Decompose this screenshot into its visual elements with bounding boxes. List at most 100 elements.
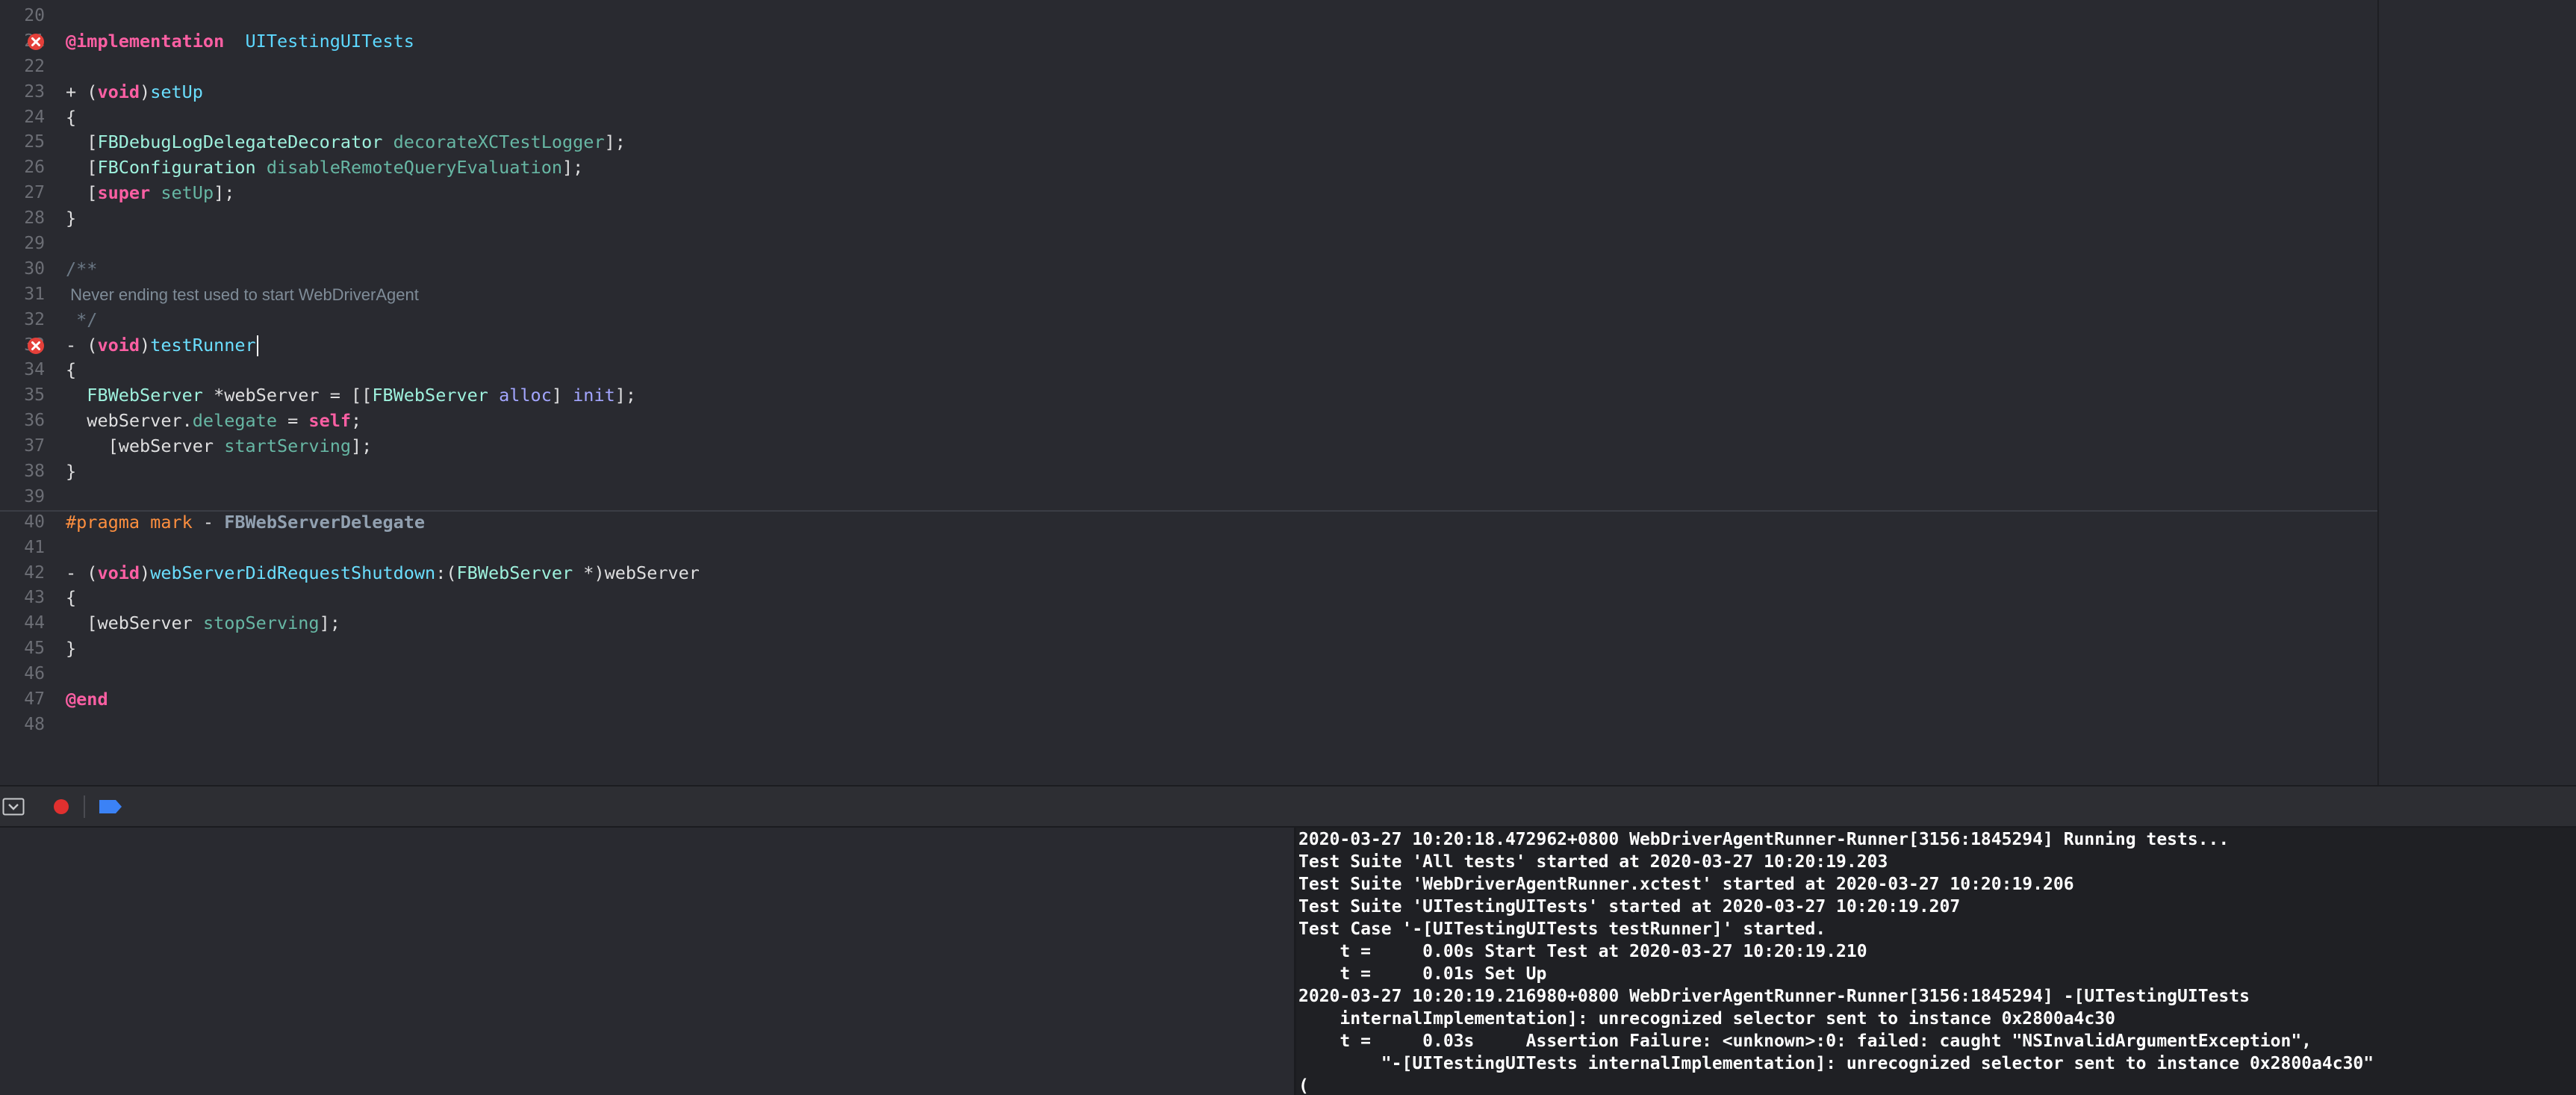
line-number[interactable]: 37 [0,434,60,459]
line-number-label: 31 [24,284,45,304]
code-line[interactable]: [FBDebugLogDelegateDecorator decorateXCT… [66,130,2379,155]
code-line[interactable]: + (void)setUp [66,80,2379,105]
line-number[interactable]: 29 [0,232,60,257]
code-line[interactable]: #pragma mark - FBWebServerDelegate [0,509,2576,536]
code-line[interactable] [66,232,2379,257]
code-token: [ [66,157,98,179]
code-line[interactable]: [webServer startServing]; [66,434,2379,459]
code-line[interactable]: [super setUp]; [66,181,2379,206]
line-number[interactable]: 39 [0,485,60,510]
code-line[interactable] [66,55,2379,80]
code-line[interactable]: { [66,358,2379,383]
error-icon[interactable] [27,33,45,51]
code-token: ) [140,562,151,583]
code-line[interactable]: - (void)webServerDidRequestShutdown:(FBW… [66,561,2379,586]
code-line[interactable]: } [66,459,2379,485]
record-breakpoint-icon [54,799,69,814]
line-number[interactable]: 41 [0,536,60,561]
line-number[interactable]: 45 [0,636,60,662]
code-line[interactable] [66,536,2379,561]
line-number[interactable]: 27 [0,181,60,206]
line-number-gutter[interactable]: 20 2122 23 24 25 26 27 28 29 30 31 32 3334 35 36 37 38 39… [0,4,60,738]
code-token: */ [66,308,98,330]
console-line: Test Suite 'WebDriverAgentRunner.xctest'… [1298,875,2074,894]
line-number[interactable]: 24 [0,105,60,131]
code-line[interactable]: @implementation UITestingUITests [66,29,2379,55]
code-token: FBDebugLogDelegateDecorator [97,131,383,153]
code-token: + ( [66,81,98,102]
line-number[interactable]: 42 [0,561,60,586]
code-token: testRunner [150,334,256,356]
code-token: delegate [192,410,277,432]
line-number[interactable]: 38 [0,459,60,485]
line-number[interactable]: 22 [0,55,60,80]
line-number[interactable]: 46 [0,662,60,687]
console-view[interactable]: 2020-03-27 10:20:18.472962+0800 WebDrive… [1296,828,2576,1095]
code-line[interactable]: } [66,206,2379,232]
code-line[interactable]: webServer.delegate = self; [66,409,2379,434]
line-number[interactable]: 31 [0,282,60,308]
code-token: UITestingUITests [245,30,414,52]
code-line[interactable]: */ [66,308,2379,333]
code-line[interactable] [66,662,2379,687]
code-token: [ [66,131,98,153]
line-number[interactable]: 40 [0,510,60,536]
hide-debug-area-button[interactable] [1,795,25,818]
code-line[interactable] [66,713,2379,738]
code-line[interactable]: } [66,636,2379,662]
line-number-label: 47 [24,689,45,710]
code-line[interactable]: { [66,105,2379,131]
line-number[interactable]: 35 [0,383,60,409]
code-area[interactable]: @implementation UITestingUITests + (void)… [0,4,2576,738]
console-line: Test Suite 'All tests' started at 2020-0… [1298,852,1888,872]
line-number[interactable]: 47 [0,687,60,713]
code-token: ) [140,334,151,356]
line-number[interactable]: 44 [0,611,60,636]
code-line[interactable]: [FBConfiguration disableRemoteQueryEvalu… [66,155,2379,181]
code-line[interactable]: /** [66,257,2379,282]
line-number-label: 25 [24,132,45,152]
line-number[interactable]: 21 [0,29,60,55]
breakpoints-toggle-button[interactable] [96,795,125,818]
code-token: *webServer = [[ [202,385,373,406]
code-token: setUp [161,182,214,204]
line-number[interactable]: 36 [0,409,60,434]
code-line[interactable]: @end [66,687,2379,713]
line-number[interactable]: 34 [0,358,60,383]
code-line-current[interactable]: - (void)testRunner [0,332,2576,359]
code-token: stopServing [202,612,320,634]
code-token: } [66,461,77,483]
code-line[interactable]: Never ending test used to start WebDrive… [66,282,2379,308]
line-number-label: 39 [24,486,45,506]
line-number-label: 43 [24,588,45,608]
variables-view[interactable] [0,828,1294,1095]
code-line[interactable] [66,485,2379,510]
line-number[interactable]: 28 [0,206,60,232]
breakpoint-button[interactable] [49,795,73,818]
minimap[interactable] [2377,0,2576,785]
code-token: webServer. [66,410,193,432]
code-token: ]; [351,435,373,457]
code-line[interactable] [66,4,2379,29]
code-line[interactable]: { [66,586,2379,611]
code-token: Never ending test used to start WebDrive… [66,285,419,304]
line-number[interactable]: 32 [0,308,60,333]
code-line[interactable]: FBWebServer *webServer = [[FBWebServer a… [66,383,2379,409]
code-token: ] [551,385,573,406]
source-editor[interactable]: 20 2122 23 24 25 26 27 28 29 30 31 32 3334 35 36 37 38 39… [0,0,2576,785]
code-line[interactable]: [webServer stopServing]; [66,611,2379,636]
line-number[interactable]: 23 [0,80,60,105]
line-number[interactable]: 20 [0,4,60,29]
line-number[interactable]: 33 [0,333,60,359]
line-number[interactable]: 26 [0,155,60,181]
error-icon[interactable] [27,337,45,355]
code-token: ; [351,410,362,432]
line-number[interactable]: 48 [0,713,60,738]
code-token: = [276,410,309,432]
line-number[interactable]: 30 [0,257,60,282]
line-number[interactable]: 43 [0,586,60,611]
line-number[interactable]: 25 [0,130,60,155]
code-token: @end [66,689,108,710]
